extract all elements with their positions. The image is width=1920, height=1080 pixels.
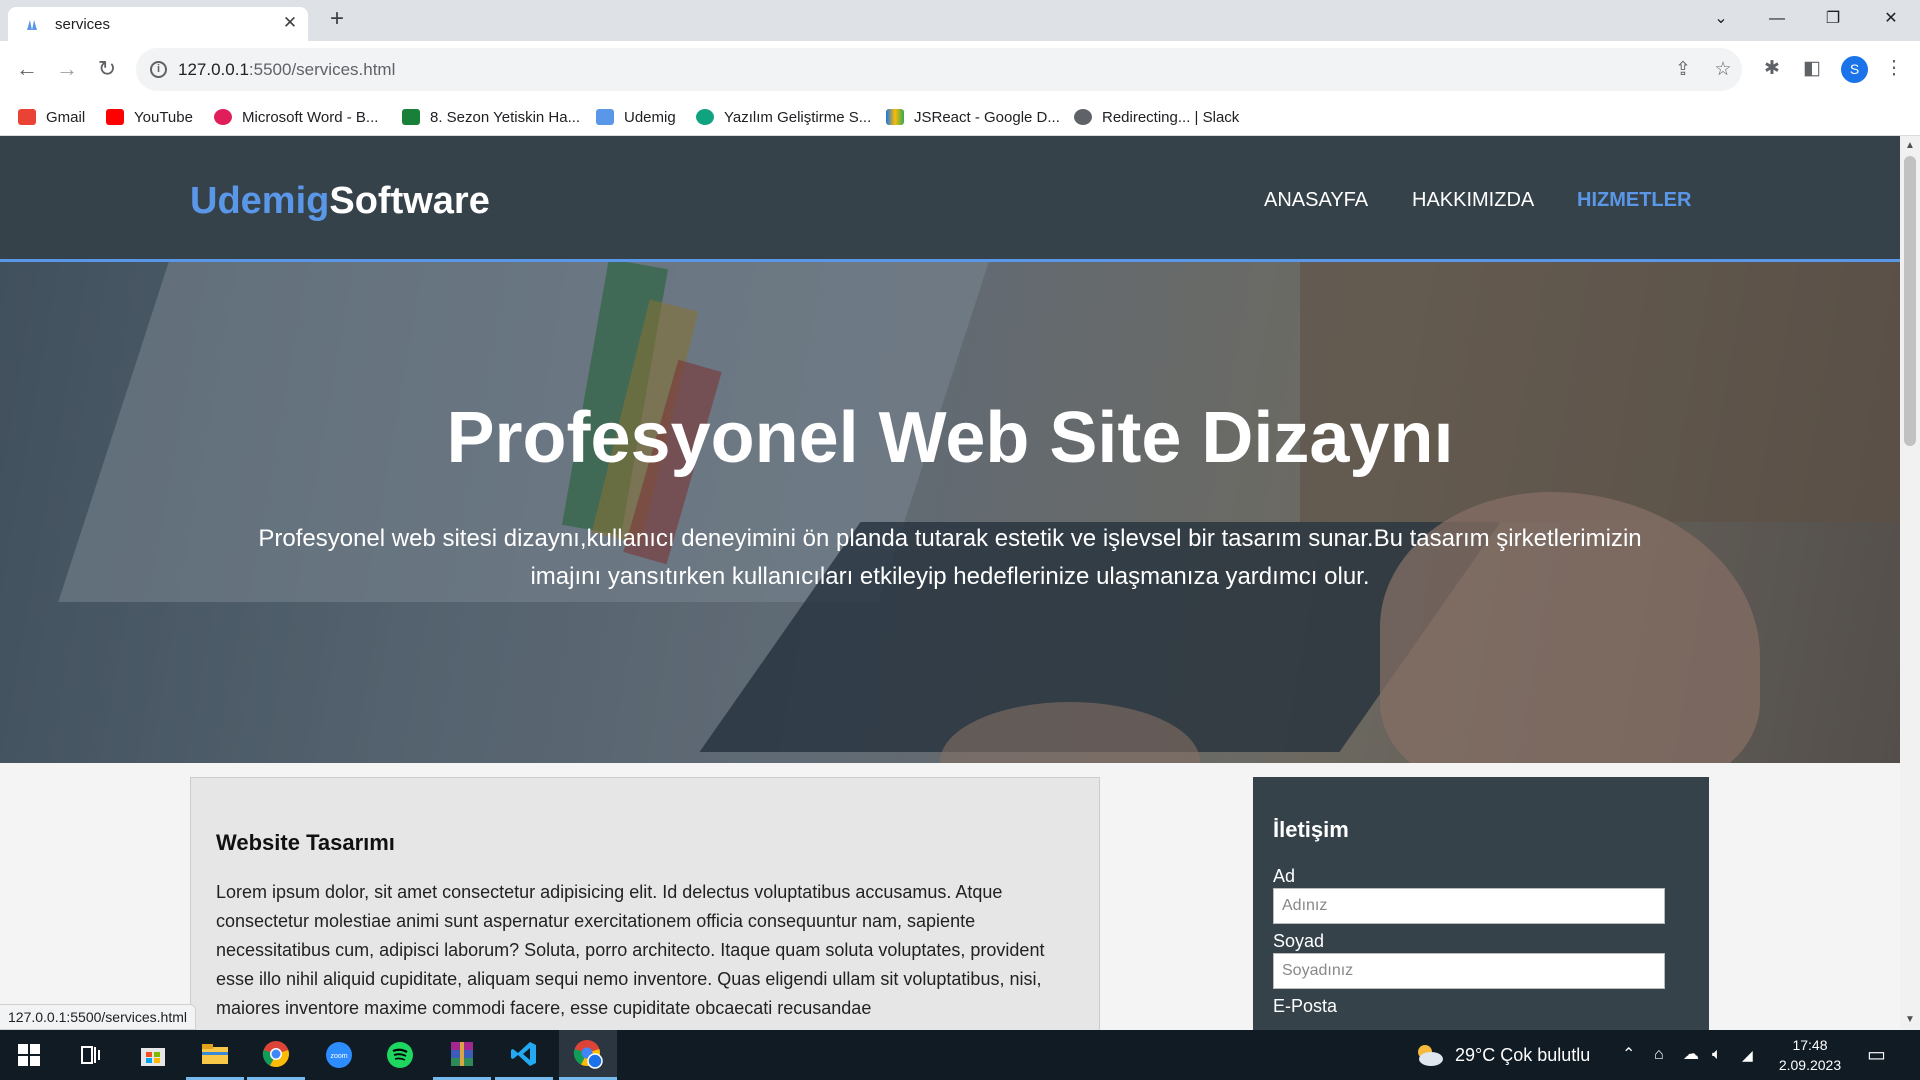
hero-overlay — [0, 262, 1900, 763]
clock-time: 17:48 — [1792, 1037, 1828, 1053]
reload-icon[interactable]: ↻ — [93, 55, 121, 83]
weather-text: 29°C Çok bulutlu — [1455, 1045, 1591, 1065]
service-article: Website Tasarımı Lorem ipsum dolor, sit … — [190, 777, 1100, 1030]
back-arrow-icon[interactable]: ← — [13, 55, 41, 83]
extensions-puzzle-icon[interactable]: ✱ — [1759, 56, 1785, 82]
gmail-icon — [18, 109, 36, 125]
word-icon — [214, 109, 232, 125]
bookmark-star-icon[interactable]: ☆ — [1711, 58, 1735, 82]
spotify-icon[interactable] — [371, 1030, 429, 1080]
svg-text:zoom: zoom — [330, 1053, 347, 1060]
browser-toolbar: ← → ↻ i 127.0.0.1:5500/services.html ⇪ ☆… — [0, 41, 1920, 98]
tab-search-chevron-icon[interactable]: ⌄ — [1706, 6, 1736, 32]
forward-arrow-icon[interactable]: → — [53, 55, 81, 83]
share-icon[interactable]: ⇪ — [1671, 58, 1695, 82]
email-label: E-Posta — [1273, 996, 1338, 1016]
profile-avatar[interactable]: S — [1841, 56, 1868, 83]
bookmark-slack[interactable]: Redirecting... | Slack — [1074, 107, 1239, 127]
scroll-up-arrow-icon[interactable]: ▲ — [1900, 138, 1920, 154]
globe-icon — [1074, 109, 1092, 125]
browser-tab[interactable]: services ✕ — [8, 7, 308, 41]
name-label: Ad — [1273, 866, 1296, 886]
youtube-icon — [106, 109, 124, 125]
udemig-icon — [596, 109, 614, 125]
page-scrollbar[interactable]: ▲ ▼ — [1900, 136, 1920, 1030]
nav-link-hizmetler[interactable]: HIZMETLER — [1577, 189, 1691, 212]
bookmark-gmail[interactable]: Gmail — [18, 107, 85, 127]
address-bar[interactable]: i 127.0.0.1:5500/services.html ⇪ ☆ — [136, 48, 1742, 91]
file-explorer-icon[interactable] — [186, 1030, 244, 1080]
link-status-bar: 127.0.0.1:5500/services.html — [0, 1004, 196, 1030]
taskbar-clock[interactable]: 17:48 2.09.2023 — [1770, 1035, 1850, 1075]
volume-icon[interactable]: 🔈︎ — [1712, 1030, 1722, 1080]
site-header: UdemigSoftware ANASAYFA HAKKIMIZDA HIZME… — [0, 136, 1900, 262]
onedrive-cloud-icon[interactable]: ☁ — [1683, 1030, 1699, 1080]
tray-overflow-chevron-icon[interactable]: ⌃ — [1622, 1030, 1635, 1080]
minimize-button[interactable]: — — [1762, 6, 1792, 32]
bookmark-word[interactable]: Microsoft Word - B... — [214, 107, 378, 127]
bookmarks-bar: Gmail YouTube Microsoft Word - B... 8. S… — [0, 98, 1920, 136]
clock-date: 2.09.2023 — [1778, 1057, 1842, 1073]
chrome-icon[interactable] — [247, 1030, 305, 1080]
more-menu-icon[interactable]: ⋮ — [1881, 56, 1907, 82]
article-title: Website Tasarımı — [216, 830, 395, 855]
article-body: Lorem ipsum dolor, sit amet consectetur … — [216, 882, 1045, 1018]
side-panel-icon[interactable]: ◧ — [1799, 56, 1825, 82]
nav-link-anasayfa[interactable]: ANASAYFA — [1264, 189, 1368, 212]
contact-sidebar: İletişim Ad Soyad E-Posta — [1253, 777, 1709, 1030]
network-icon[interactable]: ◢ — [1742, 1030, 1753, 1080]
classroom-icon — [402, 109, 420, 125]
restore-button[interactable]: ❐ — [1818, 6, 1848, 32]
hero-description: Profesyonel web sitesi dizaynı,kullanıcı… — [258, 525, 1642, 590]
bookmark-chatgpt[interactable]: Yazılım Geliştirme S... — [696, 107, 871, 127]
usb-device-icon[interactable]: ⌂ — [1654, 1030, 1664, 1080]
udemig-favicon-icon — [27, 20, 37, 30]
notification-center-icon[interactable]: ▭ — [1867, 1030, 1886, 1080]
windows-taskbar: zoom 29°C Çok bulutlu ⌃ ⌂ ☁ 🔈︎ ◢ 17:48 2… — [0, 1030, 1920, 1080]
drive-icon — [886, 109, 904, 125]
url-text[interactable]: 127.0.0.1:5500/services.html — [178, 60, 395, 80]
browser-tab-strip: services ✕ + ⌄ — ❐ ✕ — [0, 0, 1920, 41]
bookmark-classroom[interactable]: 8. Sezon Yetiskin Ha... — [402, 107, 580, 127]
tab-title: services — [55, 16, 111, 33]
cloudy-weather-icon — [1418, 1045, 1443, 1066]
nav-link-hakkimizda[interactable]: HAKKIMIZDA — [1412, 189, 1534, 212]
microsoft-store-icon[interactable] — [124, 1030, 182, 1080]
bookmark-drive[interactable]: JSReact - Google D... — [886, 107, 1060, 127]
close-window-button[interactable]: ✕ — [1876, 6, 1906, 32]
scroll-thumb[interactable] — [1904, 156, 1916, 446]
hero-title: Profesyonel Web Site Dizaynı — [446, 398, 1454, 478]
winrar-icon[interactable] — [433, 1030, 491, 1080]
contact-title: İletişim — [1273, 817, 1349, 842]
name-input[interactable] — [1273, 888, 1665, 924]
bookmark-youtube[interactable]: YouTube — [106, 107, 193, 127]
site-logo[interactable]: UdemigSoftware — [190, 180, 490, 223]
chrome-profile-icon[interactable] — [559, 1030, 617, 1080]
page-viewport: UdemigSoftware ANASAYFA HAKKIMIZDA HIZME… — [0, 136, 1900, 1030]
hero-banner: Profesyonel Web Site Dizaynı Profesyonel… — [0, 262, 1900, 763]
windows-start-icon[interactable] — [0, 1030, 58, 1080]
site-info-icon[interactable]: i — [150, 61, 167, 78]
scroll-down-arrow-icon[interactable]: ▼ — [1900, 1012, 1920, 1028]
surname-input[interactable] — [1273, 953, 1665, 989]
bookmark-udemig[interactable]: Udemig — [596, 107, 676, 127]
new-tab-button[interactable]: + — [325, 7, 349, 32]
chatgpt-icon — [696, 109, 714, 125]
tab-close-icon[interactable]: ✕ — [280, 13, 300, 33]
vscode-icon[interactable] — [495, 1030, 553, 1080]
zoom-icon[interactable]: zoom — [310, 1030, 368, 1080]
task-view-icon[interactable] — [61, 1030, 119, 1080]
surname-label: Soyad — [1273, 931, 1325, 951]
